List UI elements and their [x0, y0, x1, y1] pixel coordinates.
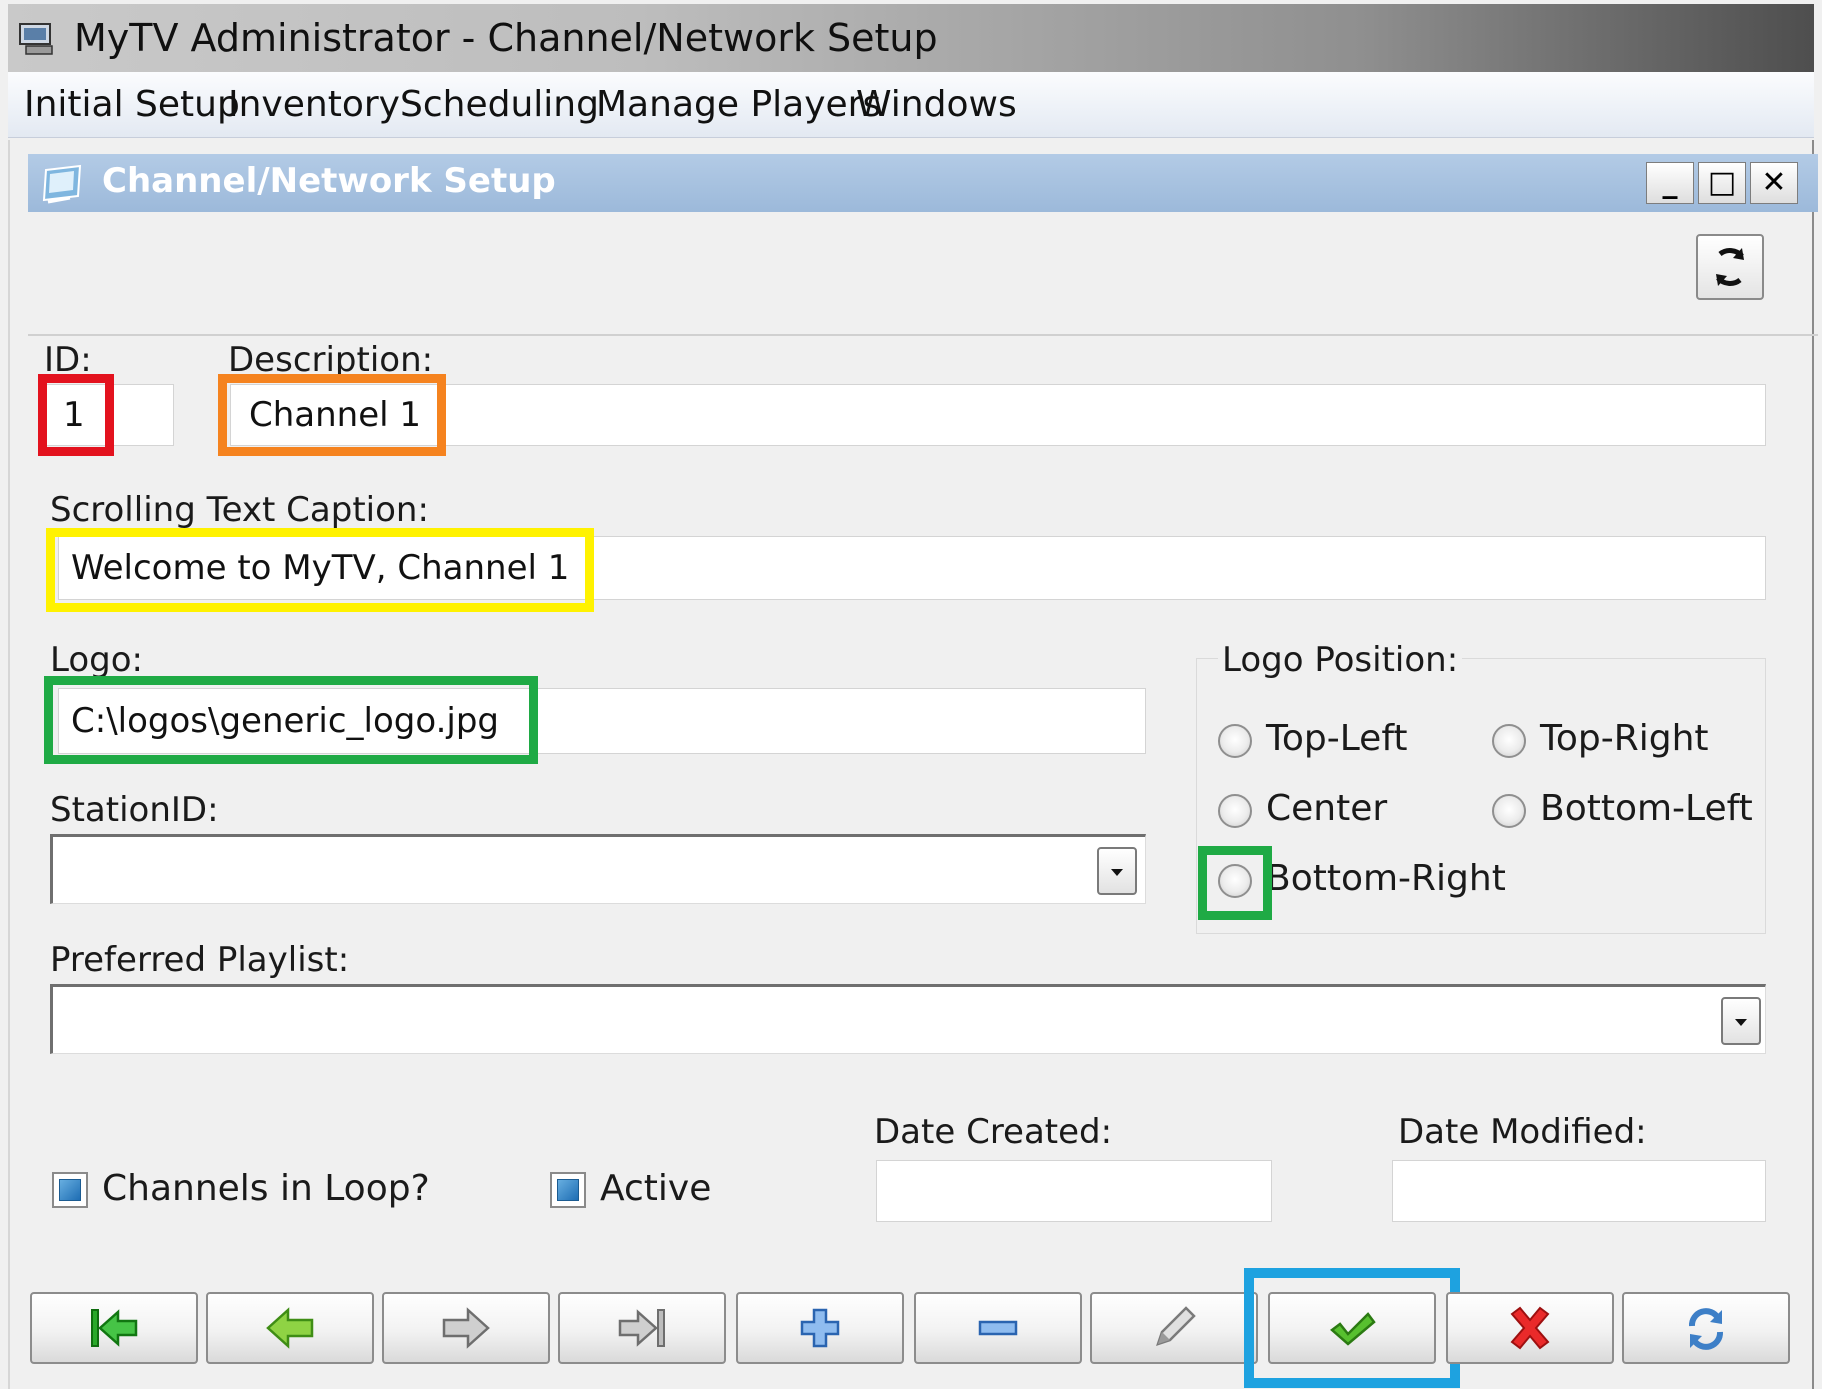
minimize-button[interactable]: _	[1646, 162, 1694, 204]
radio-center-label: Center	[1266, 788, 1388, 829]
caption-field[interactable]: Welcome to MyTV, Channel 1	[58, 536, 1766, 600]
previous-record-button[interactable]	[206, 1292, 374, 1364]
radio-top-left-label: Top-Left	[1266, 718, 1408, 759]
description-label: Description:	[228, 340, 434, 380]
last-record-button[interactable]	[558, 1292, 726, 1364]
active-checkbox[interactable]	[550, 1172, 586, 1208]
pencil-icon	[1156, 1306, 1196, 1346]
maximize-button[interactable]: □	[1698, 162, 1746, 204]
save-record-button[interactable]	[1268, 1292, 1436, 1364]
checkbox-indicator	[557, 1179, 579, 1201]
channels-in-loop-checkbox[interactable]	[52, 1172, 88, 1208]
playlist-dropdown[interactable]	[50, 984, 1766, 1054]
menu-inventory[interactable]: Inventory	[228, 84, 400, 125]
description-field[interactable]: Channel 1	[230, 384, 1766, 446]
window-toolbar	[28, 212, 1818, 336]
app-title: MyTV Administrator - Channel/Network Set…	[74, 16, 938, 60]
date-modified-field[interactable]	[1392, 1160, 1766, 1222]
logo-label: Logo:	[50, 640, 143, 680]
chevron-down-icon	[1111, 869, 1123, 876]
reload-button[interactable]	[1696, 234, 1764, 300]
cancel-record-button[interactable]	[1446, 1292, 1614, 1364]
channels-in-loop-label: Channels in Loop?	[102, 1168, 430, 1209]
computer-icon	[19, 23, 53, 55]
menu-initial-setup[interactable]: Initial Setup	[24, 84, 240, 125]
close-button[interactable]: ✕	[1750, 162, 1798, 204]
radio-top-right-label: Top-Right	[1540, 718, 1709, 759]
date-created-label: Date Created:	[874, 1112, 1113, 1152]
checkmark-icon	[1330, 1312, 1376, 1346]
next-record-button[interactable]	[382, 1292, 550, 1364]
radio-center[interactable]	[1218, 794, 1252, 828]
menu-manage-players[interactable]: Manage Players	[596, 84, 881, 125]
edit-record-button[interactable]	[1090, 1292, 1258, 1364]
checkbox-indicator	[59, 1179, 81, 1201]
stationid-dropdown-button[interactable]	[1097, 847, 1137, 895]
date-modified-label: Date Modified:	[1398, 1112, 1647, 1152]
stationid-dropdown[interactable]	[50, 834, 1146, 904]
x-icon	[1510, 1306, 1550, 1350]
radio-bottom-left-label: Bottom-Left	[1540, 788, 1753, 829]
menu-scheduling[interactable]: Scheduling	[400, 84, 599, 125]
radio-top-right[interactable]	[1492, 724, 1526, 758]
plus-icon	[800, 1308, 840, 1348]
id-field[interactable]: 1	[46, 384, 174, 446]
app-titlebar: MyTV Administrator - Channel/Network Set…	[8, 4, 1814, 72]
playlist-label: Preferred Playlist:	[50, 940, 350, 980]
window-title: Channel/Network Setup	[102, 161, 556, 201]
radio-bottom-right-label: Bottom-Right	[1266, 858, 1506, 899]
first-record-icon	[91, 1309, 138, 1347]
first-record-button[interactable]	[30, 1292, 198, 1364]
radio-bottom-left[interactable]	[1492, 794, 1526, 828]
refresh-records-button[interactable]	[1622, 1292, 1790, 1364]
radio-top-left[interactable]	[1218, 724, 1252, 758]
radio-bottom-right[interactable]	[1218, 864, 1252, 898]
menu-bar: Initial Setup Inventory Scheduling Manag…	[8, 72, 1814, 138]
previous-record-icon	[266, 1307, 314, 1349]
minus-icon	[978, 1320, 1018, 1336]
last-record-icon	[618, 1309, 665, 1347]
id-label: ID:	[44, 340, 92, 380]
next-record-icon	[442, 1307, 490, 1349]
stationid-label: StationID:	[50, 790, 219, 830]
caption-label: Scrolling Text Caption:	[50, 490, 429, 530]
playlist-dropdown-button[interactable]	[1721, 997, 1761, 1045]
refresh-icon	[1689, 1308, 1723, 1350]
app-window: MyTV Administrator - Channel/Network Set…	[0, 0, 1822, 1389]
menu-windows[interactable]: Windows	[856, 84, 1017, 125]
window-titlebar: Channel/Network Setup _ □ ✕	[28, 154, 1818, 212]
add-record-button[interactable]	[736, 1292, 904, 1364]
reload-icon	[1716, 248, 1744, 286]
delete-record-button[interactable]	[914, 1292, 1082, 1364]
logo-path-field[interactable]: C:\logos\generic_logo.jpg	[58, 688, 1146, 754]
tv-icon	[42, 164, 82, 204]
date-created-field[interactable]	[876, 1160, 1272, 1222]
logo-position-label: Logo Position:	[1218, 640, 1463, 680]
active-label: Active	[600, 1168, 712, 1209]
chevron-down-icon	[1735, 1019, 1747, 1026]
